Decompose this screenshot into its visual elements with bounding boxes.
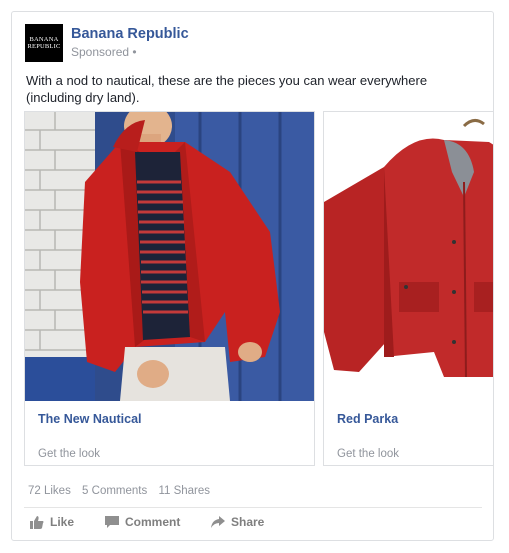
sponsored-text: Sponsored (71, 45, 130, 59)
like-label: Like (50, 515, 75, 529)
share-label: Share (231, 515, 265, 529)
sponsored-post: BANANA REPUBLIC Banana Republic Sponsore… (11, 11, 494, 541)
advertiser-logo[interactable]: BANANA REPUBLIC (25, 24, 63, 62)
comment-button[interactable]: Comment (105, 515, 180, 529)
comment-label: Comment (125, 515, 181, 529)
engagement-stats: 72 Likes 5 Comments 11 Shares (28, 485, 218, 497)
share-arrow-icon (211, 516, 225, 528)
carousel: The New Nautical Get the look Red Parka … (12, 111, 493, 467)
shares-count[interactable]: 11 Shares (158, 485, 210, 497)
logo-line-2: REPUBLIC (27, 43, 61, 50)
card-cta[interactable]: Get the look (38, 448, 100, 460)
comments-count[interactable]: 5 Comments (82, 485, 147, 497)
carousel-card-1[interactable]: The New Nautical Get the look (24, 111, 315, 466)
post-header: BANANA REPUBLIC Banana Republic Sponsore… (25, 24, 465, 64)
action-bar: Like Comment Share (26, 515, 466, 533)
comment-icon (105, 515, 119, 528)
logo-line-1: BANANA (29, 36, 59, 43)
card-cta[interactable]: Get the look (337, 448, 399, 460)
sponsored-label: Sponsored • (71, 45, 137, 59)
carousel-card-2[interactable]: Red Parka Get the look (323, 111, 493, 466)
sponsored-separator: • (132, 45, 137, 59)
share-button[interactable]: Share (211, 515, 264, 529)
likes-count[interactable]: 72 Likes (28, 485, 71, 497)
red-parka-on-hanger-photo[interactable] (324, 112, 493, 401)
post-caption: With a nod to nautical, these are the pi… (26, 73, 428, 105)
advertiser-name-link[interactable]: Banana Republic (71, 26, 189, 42)
card-title[interactable]: The New Nautical (38, 412, 142, 426)
divider (24, 507, 482, 508)
like-button[interactable]: Like (30, 515, 74, 529)
card-title[interactable]: Red Parka (337, 412, 398, 426)
model-in-red-jacket-photo[interactable] (25, 112, 314, 401)
thumbs-up-icon (30, 515, 44, 529)
